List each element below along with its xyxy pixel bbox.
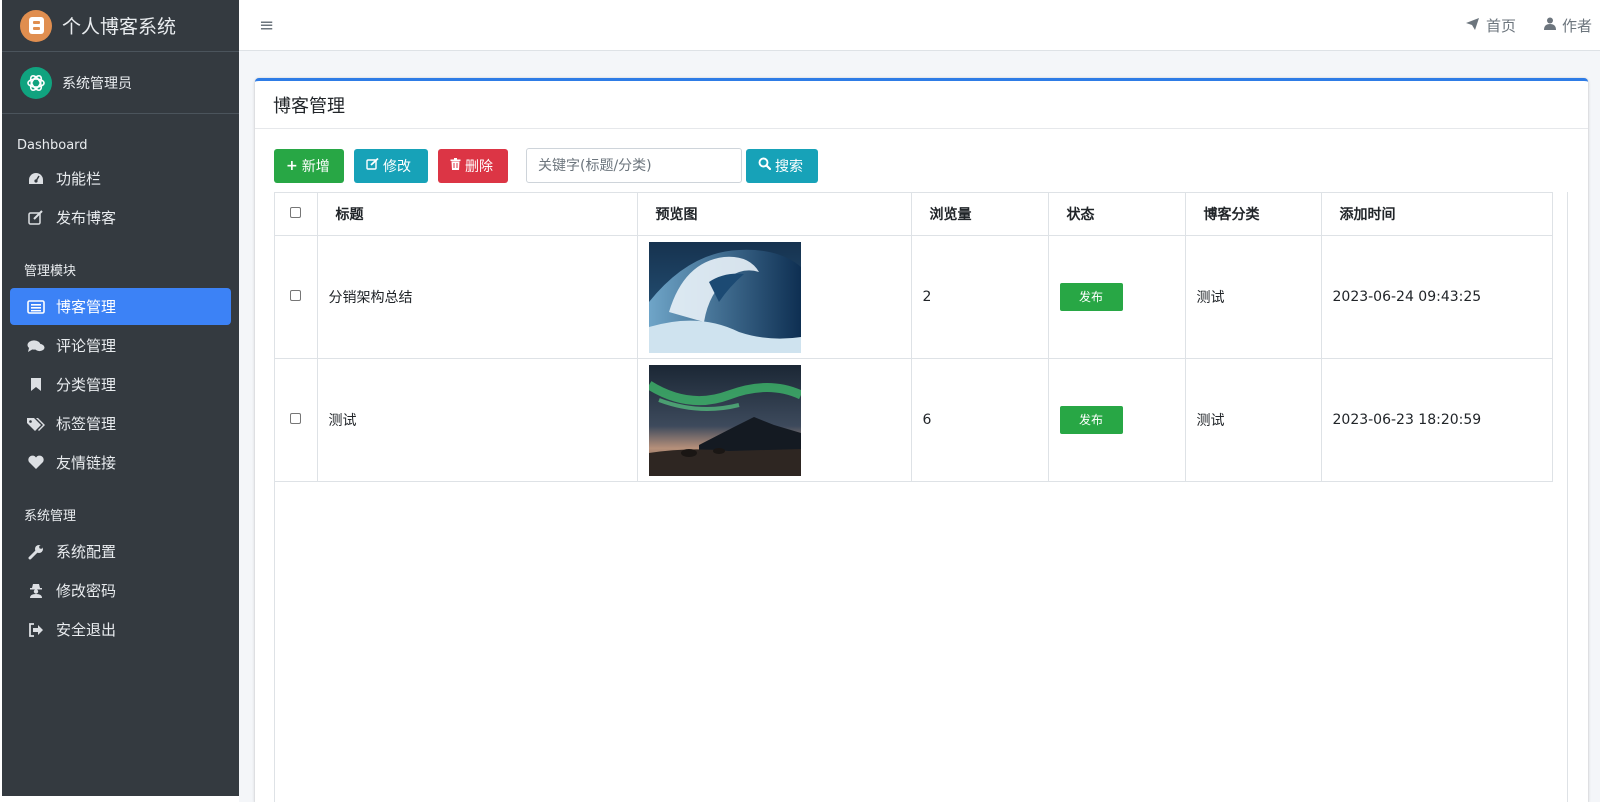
table-wrapper: 标题 预览图 浏览量 状态 博客分类 添加时间 分销架构总结 2 发布 测试 2…	[274, 192, 1568, 802]
brand-title: 个人博客系统	[62, 16, 177, 38]
sidebar-item-config[interactable]: 系统配置	[10, 533, 231, 570]
sidebar-item-label: 标签管理	[56, 415, 117, 433]
cell-views: 6	[910, 358, 1049, 482]
sidebar: 个人博客系统 系统管理员 Dashboard 功能栏 发布博客 管理模块 博客管…	[2, 0, 239, 796]
author-link-label: 作者	[1561, 17, 1592, 35]
home-link-label: 首页	[1485, 17, 1516, 35]
add-button-label: 新增	[301, 158, 330, 175]
nav-header-modules: 管理模块	[24, 264, 77, 279]
tags-icon	[26, 416, 46, 432]
cell-added: 2023-06-23 18:20:59	[1320, 358, 1553, 482]
search-input[interactable]	[526, 148, 742, 183]
row-select-cell	[275, 235, 318, 359]
cell-views: 2	[910, 235, 1049, 359]
user-panel[interactable]: 系统管理员	[2, 52, 239, 114]
brand[interactable]: 个人博客系统	[2, 0, 239, 52]
home-link[interactable]: 首页	[1465, 15, 1516, 36]
cell-status: 发布	[1047, 358, 1186, 482]
cell-added: 2023-06-24 09:43:25	[1320, 235, 1553, 359]
column-header-views[interactable]: 浏览量	[910, 192, 1049, 236]
cell-preview	[636, 358, 912, 482]
add-button[interactable]: + 新增	[274, 148, 344, 183]
status-badge: 发布	[1059, 283, 1123, 311]
table-row[interactable]: 分销架构总结 2 发布 测试 2023-06-24 09:43:25	[275, 235, 1553, 359]
sidebar-item-dashboard[interactable]: 功能栏	[10, 160, 231, 197]
sidebar-item-label: 修改密码	[56, 582, 117, 600]
comments-icon	[26, 338, 46, 354]
cell-status: 发布	[1047, 235, 1186, 359]
top-links: 首页 作者	[1465, 0, 1600, 51]
openai-logo-icon	[27, 74, 45, 91]
delete-button[interactable]: 删除	[438, 148, 508, 183]
page-title: 博客管理	[255, 81, 1588, 129]
search-button[interactable]: 搜索	[746, 148, 818, 183]
wrench-icon	[26, 544, 46, 560]
search-button-label: 搜索	[775, 158, 803, 175]
ocean-wave-image	[648, 241, 801, 353]
sidebar-item-label: 分类管理	[56, 376, 117, 394]
user-secret-icon	[26, 583, 46, 599]
aurora-mountain-image	[648, 364, 801, 476]
blog-manage-card: 博客管理 + 新增 修改 删除 搜索	[255, 78, 1588, 802]
select-all-checkbox[interactable]	[290, 207, 302, 218]
hamburger-icon[interactable]: ≡	[259, 15, 274, 36]
author-link[interactable]: 作者	[1543, 15, 1592, 36]
edit-button[interactable]: 修改	[354, 148, 428, 183]
sidebar-item-password[interactable]: 修改密码	[10, 572, 231, 609]
sidebar-item-label: 系统配置	[56, 543, 117, 561]
bookmark-icon	[26, 377, 46, 393]
cell-title: 测试	[316, 358, 638, 482]
sidebar-item-label: 博客管理	[56, 298, 117, 316]
heart-icon	[26, 455, 46, 471]
column-header-added[interactable]: 添加时间	[1320, 192, 1553, 236]
tachometer-icon	[26, 171, 46, 187]
sidebar-item-links[interactable]: 友情链接	[10, 444, 231, 481]
cell-category: 测试	[1184, 358, 1322, 482]
blogger-logo-icon	[20, 9, 52, 42]
column-header-status[interactable]: 状态	[1047, 192, 1186, 236]
search-icon	[758, 157, 772, 174]
row-checkbox[interactable]	[290, 413, 302, 424]
edit-button-label: 修改	[383, 158, 411, 175]
edit-icon	[26, 210, 46, 226]
sidebar-item-label: 友情链接	[56, 454, 117, 472]
sidebar-item-logout[interactable]: 安全退出	[10, 611, 231, 648]
sidebar-item-label: 发布博客	[56, 209, 117, 227]
edit-icon	[366, 157, 379, 174]
column-header-category[interactable]: 博客分类	[1184, 192, 1322, 236]
list-alt-icon	[26, 299, 46, 315]
nav-header-dashboard: Dashboard	[17, 138, 88, 153]
delete-button-label: 删除	[465, 158, 493, 175]
sidebar-item-categories[interactable]: 分类管理	[10, 366, 231, 403]
sidebar-item-comments[interactable]: 评论管理	[10, 327, 231, 364]
row-select-cell	[275, 358, 318, 482]
paper-plane-icon	[1465, 17, 1480, 35]
avatar	[20, 66, 52, 99]
toolbar: + 新增 修改 删除 搜索	[274, 148, 818, 183]
sign-out-icon	[26, 622, 46, 638]
cell-category: 测试	[1184, 235, 1322, 359]
cell-preview	[636, 235, 912, 359]
table-header-row: 标题 预览图 浏览量 状态 博客分类 添加时间	[275, 192, 1553, 236]
row-checkbox[interactable]	[290, 290, 302, 301]
nav-header-system: 系统管理	[24, 509, 77, 524]
table-row[interactable]: 测试 6 发布 测试 2023-06-23 18:20:59	[275, 358, 1553, 482]
sidebar-item-blog-manage[interactable]: 博客管理	[10, 288, 231, 325]
top-navbar: ≡ 首页 作者	[239, 0, 1600, 51]
plus-icon: +	[286, 157, 298, 174]
user-name: 系统管理员	[62, 75, 132, 92]
sidebar-item-tags[interactable]: 标签管理	[10, 405, 231, 442]
blog-table: 标题 预览图 浏览量 状态 博客分类 添加时间 分销架构总结 2 发布 测试 2…	[275, 192, 1553, 482]
select-all-cell	[275, 192, 318, 236]
trash-icon	[450, 157, 461, 174]
sidebar-item-label: 功能栏	[56, 170, 102, 188]
user-icon	[1543, 17, 1556, 34]
cell-title: 分销架构总结	[316, 235, 638, 359]
sidebar-item-publish[interactable]: 发布博客	[10, 199, 231, 236]
sidebar-item-label: 安全退出	[56, 621, 117, 639]
status-badge: 发布	[1059, 406, 1123, 434]
column-header-preview[interactable]: 预览图	[636, 192, 912, 236]
sidebar-item-label: 评论管理	[56, 337, 117, 355]
column-header-title[interactable]: 标题	[316, 192, 638, 236]
